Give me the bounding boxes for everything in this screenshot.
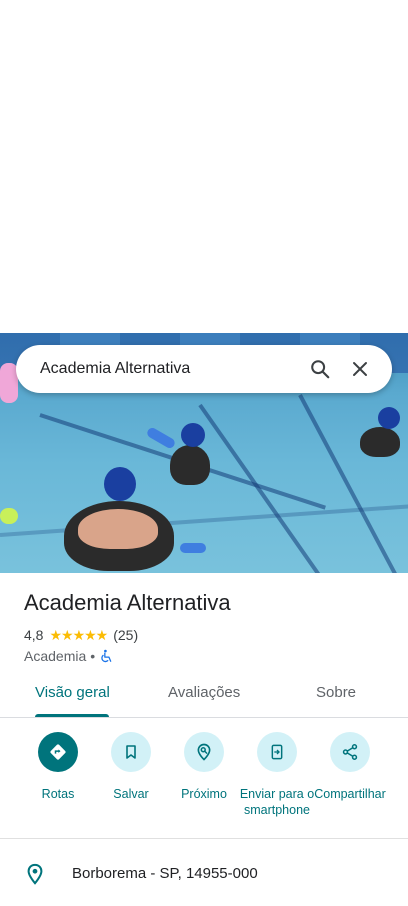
search-button[interactable] xyxy=(300,349,340,389)
rating-row[interactable]: 4,8 ★★★★★ (25) xyxy=(24,626,138,644)
search-icon xyxy=(311,360,330,379)
review-count: (25) xyxy=(113,627,139,643)
address-text: Borborema - SP, 14955-000 xyxy=(72,865,258,882)
send-to-phone-icon xyxy=(271,744,283,760)
send-to-phone-circle xyxy=(257,732,297,772)
directions-circle xyxy=(38,732,78,772)
send-to-phone-button[interactable]: Enviar para o smartphone xyxy=(237,732,317,818)
search-bar[interactable]: Academia Alternativa xyxy=(16,345,392,393)
tab-about[interactable]: Sobre xyxy=(316,684,356,701)
directions-icon xyxy=(50,744,66,760)
place-tabs: Visão geral Avaliações Sobre xyxy=(0,672,408,718)
photo-swim-cap xyxy=(104,467,136,501)
rating-value: 4,8 xyxy=(24,627,44,643)
tab-overview[interactable]: Visão geral xyxy=(35,684,110,701)
section-divider xyxy=(0,838,408,839)
clear-search-button[interactable] xyxy=(340,349,380,389)
share-circle xyxy=(330,732,370,772)
photo-pool-noodle xyxy=(0,508,18,524)
send-to-phone-label: Enviar para o smartphone xyxy=(239,787,315,817)
action-buttons: Rotas Salvar Próximo Enviar para o smart… xyxy=(0,728,408,836)
separator-dot: • xyxy=(90,648,96,664)
photo-dumbbell xyxy=(145,426,177,450)
photo-swim-cap xyxy=(378,407,400,429)
nearby-circle xyxy=(184,732,224,772)
photo-dumbbell xyxy=(180,543,206,553)
directions-button[interactable]: Rotas xyxy=(18,732,98,802)
nearby-icon xyxy=(197,743,211,761)
directions-label: Rotas xyxy=(41,787,75,801)
photo-swimmer xyxy=(170,445,210,485)
close-icon xyxy=(353,362,367,376)
photo-swimmer xyxy=(360,427,400,457)
address-row[interactable]: Borborema - SP, 14955-000 xyxy=(0,856,408,892)
photo-swimmer-skin xyxy=(78,509,158,549)
location-pin-icon xyxy=(27,863,43,885)
photo-swim-cap xyxy=(181,423,205,447)
rating-stars: ★★★★★ xyxy=(49,626,108,643)
save-circle xyxy=(111,732,151,772)
save-label: Salvar xyxy=(113,787,149,801)
active-tab-indicator xyxy=(35,714,109,717)
photo-lane-line xyxy=(0,503,408,537)
save-button[interactable]: Salvar xyxy=(91,732,171,802)
bookmark-icon xyxy=(126,745,136,759)
share-icon xyxy=(342,744,358,760)
share-label: Compartilhar xyxy=(314,787,386,801)
tab-reviews[interactable]: Avaliações xyxy=(168,684,240,701)
category-row: Academia • xyxy=(24,647,113,665)
nearby-label: Próximo xyxy=(181,787,227,801)
search-input[interactable]: Academia Alternativa xyxy=(40,360,300,378)
share-button[interactable]: Compartilhar xyxy=(310,732,390,802)
map-blank-area xyxy=(0,0,408,333)
accessibility-icon xyxy=(101,649,112,663)
place-category: Academia xyxy=(24,648,87,664)
nearby-button[interactable]: Próximo xyxy=(164,732,244,802)
place-title: Academia Alternativa xyxy=(24,590,231,615)
